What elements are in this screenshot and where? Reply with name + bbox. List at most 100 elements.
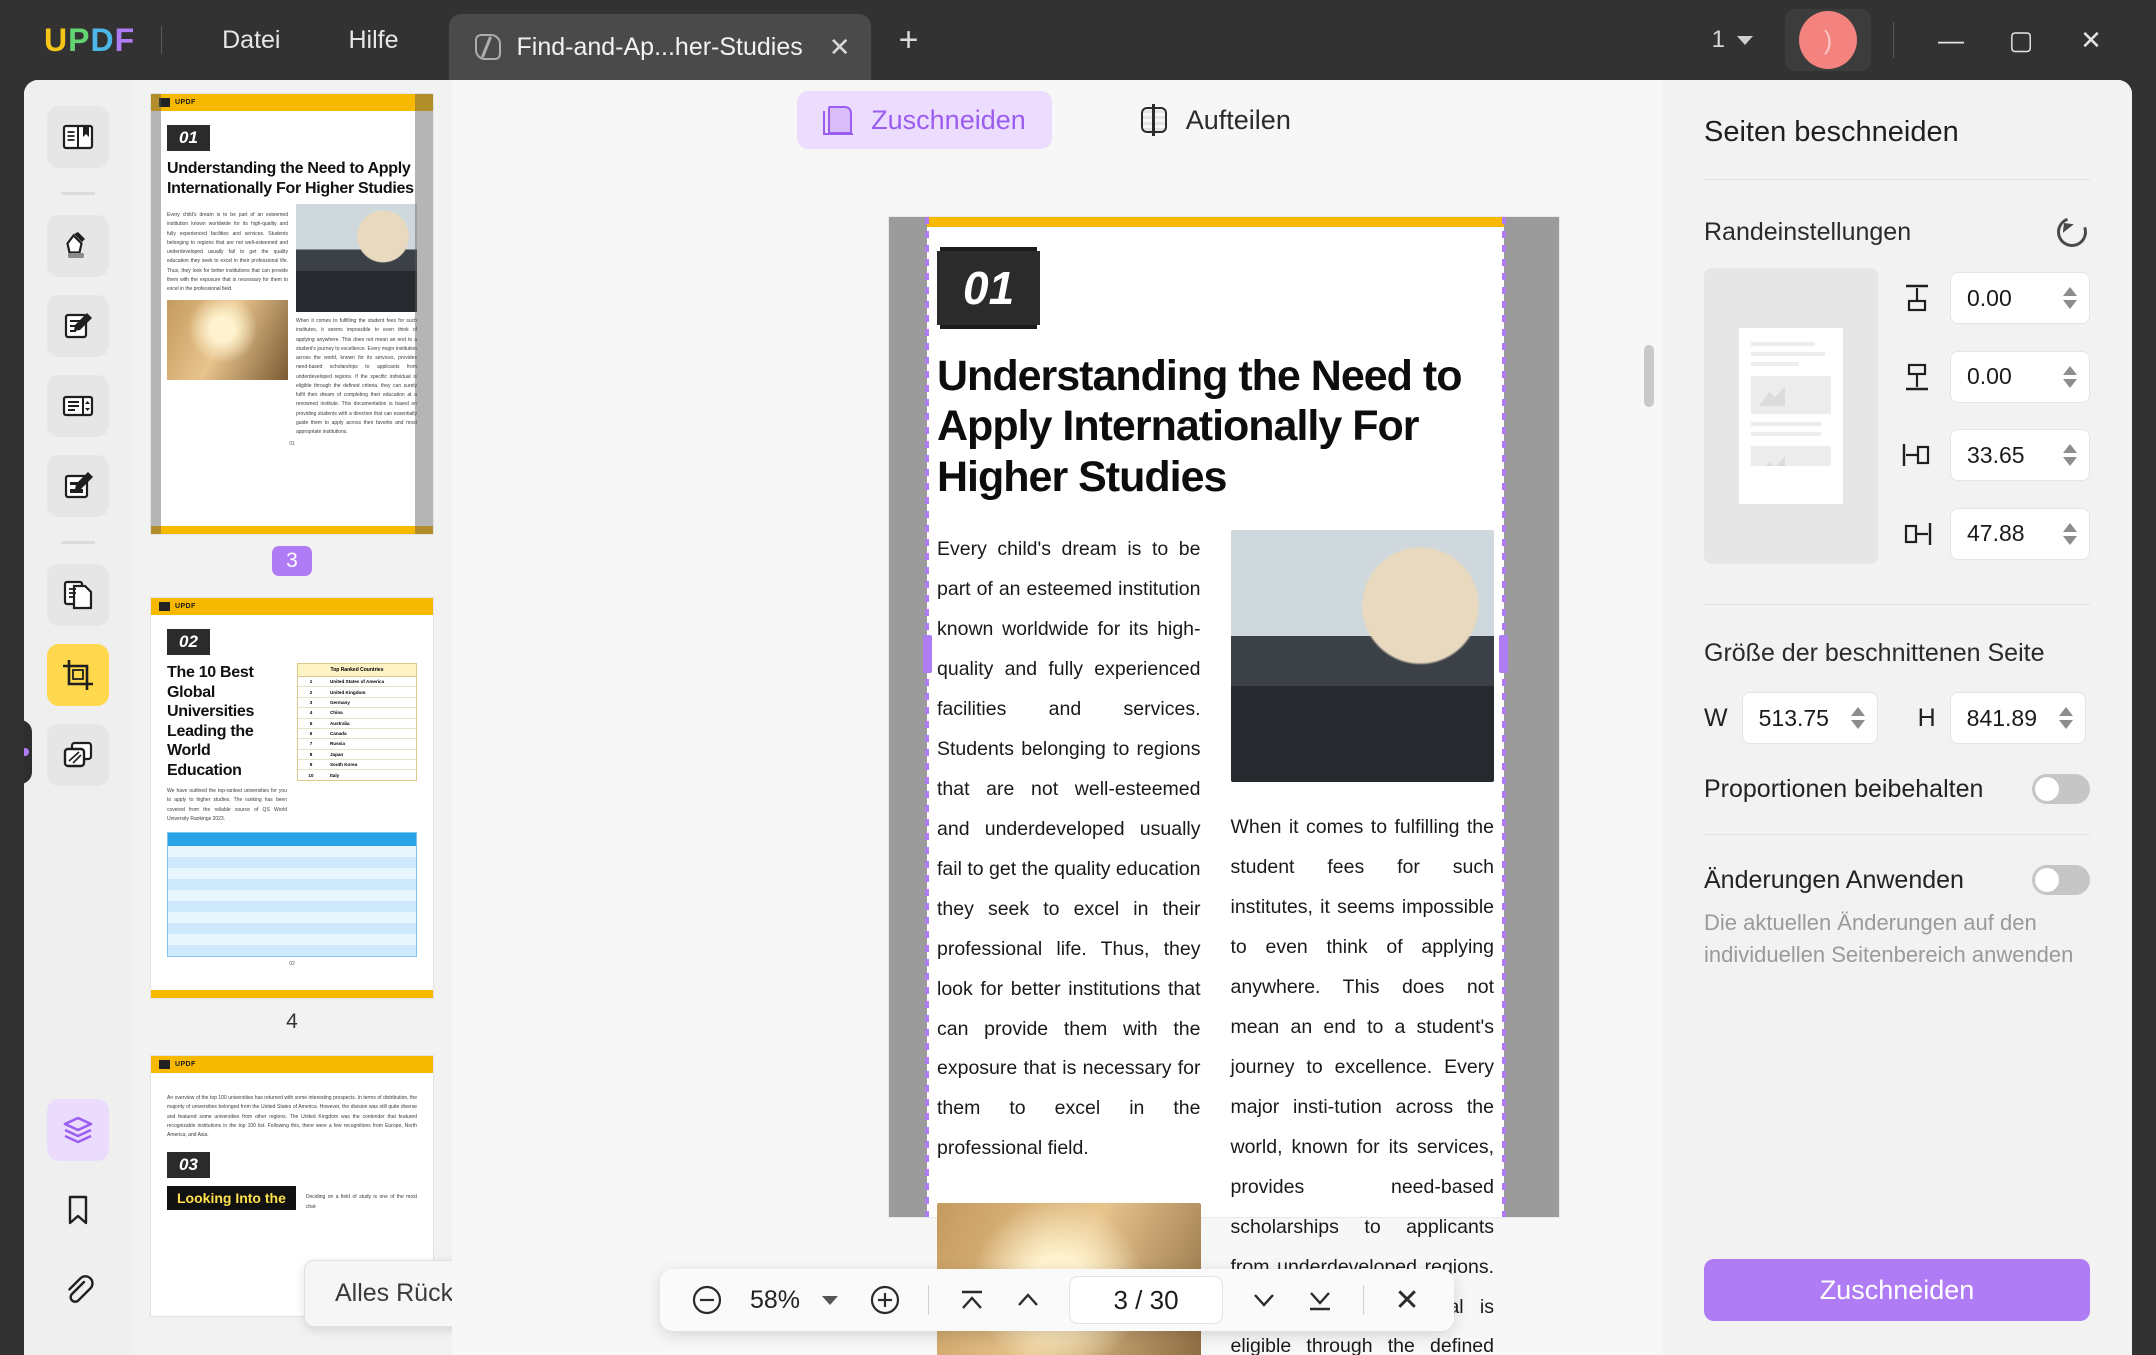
- margin-bottom-stepper[interactable]: [2063, 366, 2077, 388]
- crop-guide-right[interactable]: [1502, 217, 1506, 1217]
- thumb-logo-icon: [159, 1060, 170, 1069]
- sidebar-item-edit-text[interactable]: [47, 295, 109, 357]
- keep-ratio-toggle[interactable]: [2032, 774, 2090, 804]
- updf-window: U P D F Datei Hilfe Find-and-Ap...her-St…: [0, 0, 2156, 1355]
- thumb-heading: The 10 Best Global Universities Leading …: [167, 663, 287, 780]
- close-window-button[interactable]: ✕: [2056, 10, 2126, 70]
- left-toolbar: [24, 80, 132, 1355]
- document-view: Zuschneiden Aufteilen 01 Understanding t…: [452, 80, 1662, 1355]
- thumb-brand-label: UPDF: [175, 1061, 196, 1068]
- tab-aufteilen-label: Aufteilen: [1186, 105, 1291, 136]
- chevron-down-icon: [1737, 36, 1753, 45]
- vertical-scrollbar[interactable]: [1644, 345, 1654, 407]
- apply-changes-hint: Die aktuellen Änderungen auf den individ…: [1704, 907, 2090, 971]
- page-toolbar: 58%: [660, 1269, 1454, 1331]
- pdf-file-icon: [473, 32, 503, 62]
- sidebar-item-form[interactable]: [47, 375, 109, 437]
- updf-logo: U P D F: [44, 22, 135, 59]
- margin-right-stepper[interactable]: [2063, 523, 2077, 545]
- zoom-in-icon: [867, 1282, 903, 1318]
- margin-right-input[interactable]: 47.88: [1950, 508, 2090, 560]
- thumbnail-page-4[interactable]: UPDF 02 The 10 Best Global Universities …: [151, 598, 433, 998]
- page-columns: Every child's dream is to be part of an …: [937, 530, 1494, 1355]
- width-stepper[interactable]: [1851, 707, 1865, 729]
- first-page-icon: [955, 1283, 989, 1317]
- sidebar-item-organize-pages[interactable]: [47, 564, 109, 626]
- width-input[interactable]: 513.75: [1742, 692, 1878, 744]
- close-toolbar-button[interactable]: ✕: [1382, 1275, 1432, 1325]
- window-count-value: 1: [1712, 26, 1725, 54]
- tab-zuschneiden[interactable]: Zuschneiden: [797, 91, 1052, 149]
- height-input[interactable]: 841.89: [1950, 692, 2086, 744]
- crop-handle-right[interactable]: [1499, 635, 1508, 673]
- page-canvas[interactable]: 01 Understanding the Need to Apply Inter…: [452, 160, 1662, 1355]
- margin-top-stepper[interactable]: [2063, 287, 2077, 309]
- sidebar-item-crop-pages[interactable]: [47, 644, 109, 706]
- height-value: 841.89: [1967, 705, 2059, 732]
- last-page-icon: [1303, 1283, 1337, 1317]
- keep-ratio-label: Proportionen beibehalten: [1704, 775, 1983, 804]
- size-label: Größe der beschnittenen Seite: [1704, 639, 2044, 668]
- window-count[interactable]: 1: [1702, 26, 1763, 54]
- apply-changes-toggle[interactable]: [2032, 865, 2090, 895]
- maximize-button[interactable]: ▢: [1986, 10, 2056, 70]
- sidebar-item-annotate[interactable]: [47, 455, 109, 517]
- new-tab-button[interactable]: +: [899, 21, 919, 60]
- margin-top-input[interactable]: 0.00: [1950, 272, 2090, 324]
- document-tab[interactable]: Find-and-Ap...her-Studies ✕: [449, 14, 871, 80]
- prev-page-button[interactable]: [1003, 1275, 1053, 1325]
- thumb-logo-icon: [159, 602, 170, 611]
- current-page[interactable]: 01 Understanding the Need to Apply Inter…: [889, 217, 1559, 1217]
- crop-guide-left[interactable]: [925, 217, 929, 1217]
- edit-text-icon: [60, 308, 96, 344]
- margin-right-row: 47.88: [1900, 508, 2090, 560]
- thumb-crop-shade-left: [151, 94, 161, 534]
- page-thumbnails-panel[interactable]: UPDF 01 Understanding the Need to Apply …: [132, 80, 452, 1355]
- sidebar-item-reader[interactable]: [47, 106, 109, 168]
- tab-aufteilen[interactable]: Aufteilen: [1112, 91, 1317, 149]
- panel-title: Seiten beschneiden: [1704, 80, 2090, 179]
- split-icon: [1138, 104, 1170, 136]
- margin-left-input[interactable]: 33.65: [1950, 429, 2090, 481]
- sidebar-item-highlight[interactable]: [47, 215, 109, 277]
- thumbnail-page-3[interactable]: UPDF 01 Understanding the Need to Apply …: [151, 94, 433, 534]
- sidebar-item-layers[interactable]: [47, 1099, 109, 1161]
- next-page-button[interactable]: [1239, 1275, 1289, 1325]
- thumbnail-item[interactable]: UPDF 01 Understanding the Need to Apply …: [132, 94, 452, 598]
- zoom-level[interactable]: 58%: [738, 1286, 812, 1315]
- rail-collapse-handle[interactable]: [24, 720, 32, 784]
- page-content: 01 Understanding the Need to Apply Inter…: [937, 251, 1494, 1217]
- last-page-button[interactable]: [1295, 1275, 1345, 1325]
- page-column-left: Every child's dream is to be part of an …: [937, 530, 1201, 1355]
- sidebar-item-bookmark[interactable]: [47, 1179, 109, 1241]
- sidebar-item-background[interactable]: [47, 724, 109, 786]
- crop-handle-left[interactable]: [923, 635, 932, 673]
- close-tab-icon[interactable]: ✕: [829, 34, 851, 60]
- zoom-dropdown-icon[interactable]: [822, 1296, 838, 1305]
- thumbnail-item[interactable]: UPDF 02 The 10 Best Global Universities …: [132, 598, 452, 1056]
- sidebar-item-attachment[interactable]: [47, 1259, 109, 1321]
- zoom-out-button[interactable]: [682, 1275, 732, 1325]
- margins-section-header: Randeinstellungen: [1704, 180, 2090, 268]
- menu-hilfe[interactable]: Hilfe: [314, 15, 432, 65]
- reset-icon[interactable]: [2054, 214, 2090, 250]
- crop-button[interactable]: Zuschneiden: [1704, 1259, 2090, 1321]
- margin-bottom-input[interactable]: 0.00: [1950, 351, 2090, 403]
- margin-left-stepper[interactable]: [2063, 444, 2077, 466]
- thumb-table-title: Top Ranked Countries: [298, 664, 416, 677]
- crop-pages-icon: [60, 657, 96, 693]
- thumb-university-table: [167, 832, 417, 957]
- logo-letter-p: P: [68, 22, 90, 59]
- thumb-section-number: 03: [167, 1152, 210, 1178]
- minimize-button[interactable]: —: [1916, 10, 1986, 70]
- height-stepper[interactable]: [2059, 707, 2073, 729]
- menu-datei[interactable]: Datei: [188, 15, 314, 65]
- logo-letter-f: F: [115, 22, 136, 59]
- rail-divider-1: [61, 192, 95, 195]
- page-indicator[interactable]: 3 / 30: [1069, 1276, 1223, 1324]
- zoom-in-button[interactable]: [860, 1275, 910, 1325]
- thumb-heading: Looking Into the: [167, 1186, 296, 1210]
- document-tab-label: Find-and-Ap...her-Studies: [517, 33, 803, 62]
- account-button[interactable]: ): [1785, 9, 1871, 71]
- first-page-button[interactable]: [947, 1275, 997, 1325]
